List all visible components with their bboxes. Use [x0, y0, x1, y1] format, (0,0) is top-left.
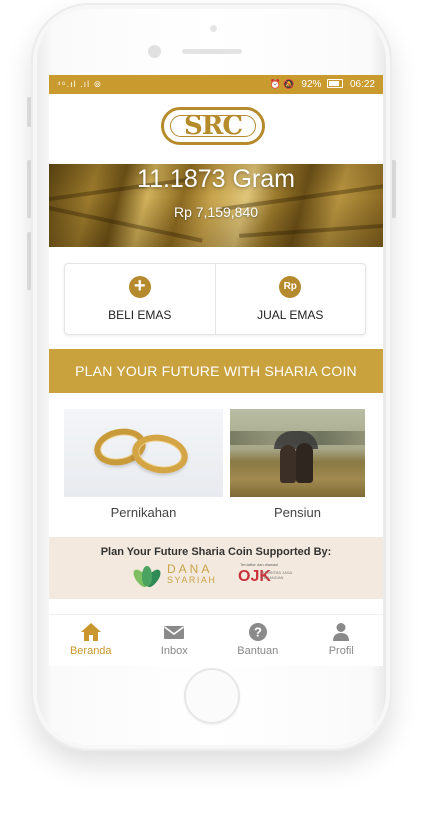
app-header: SRC — [49, 94, 383, 164]
dana-syariah-name: DANA — [167, 562, 213, 576]
home-icon — [80, 623, 101, 641]
rupiah-icon: Rp — [279, 276, 302, 298]
nav-inbox[interactable]: Inbox — [133, 615, 217, 666]
src-logo: SRC — [161, 107, 265, 145]
proximity-sensor — [210, 25, 217, 32]
lotus-logo-icon — [130, 562, 164, 590]
nav-profile[interactable]: Profil — [300, 615, 384, 666]
gold-weight: 11.1873 Gram — [137, 165, 295, 193]
front-camera — [148, 45, 161, 58]
app-screen: ⁴⁶.ıl .ıl ⊚ ⏰ 🔕 92% 06:22 SRC 11.1873 Gr… — [49, 75, 383, 666]
balance-banner: 11.1873 Gram Rp 7,159,840 — [49, 164, 383, 247]
alarm-mute-icons: ⏰ 🔕 — [269, 79, 295, 89]
mail-icon — [164, 626, 185, 639]
nav-home[interactable]: Beranda — [49, 615, 133, 666]
plan-banner: PLAN YOUR FUTURE WITH SHARIA COIN — [49, 349, 383, 393]
wedding-rings-image — [64, 409, 223, 497]
nav-profile-label: Profil — [328, 645, 354, 657]
sell-gold-label: JUAL EMAS — [257, 308, 324, 322]
plan-card-wedding[interactable]: Pernikahan — [64, 409, 223, 520]
nav-help-label: Bantuan — [237, 645, 279, 657]
earpiece-speaker — [182, 49, 242, 54]
gold-bar-edge — [239, 222, 383, 238]
plan-card-retirement[interactable]: Pensiun — [230, 409, 365, 520]
plan-card-label: Pernikahan — [110, 505, 177, 520]
ojk-registered-text: Terdaftar dan diawasi — [240, 562, 279, 567]
logo-text: SRC — [183, 111, 243, 141]
help-icon: ? — [248, 623, 267, 641]
status-right: ⏰ 🔕 92% 06:22 — [270, 75, 375, 94]
gold-value: Rp 7,159,840 — [173, 204, 259, 220]
nav-help[interactable]: ? Bantuan — [216, 615, 300, 666]
clock: 06:22 — [349, 79, 375, 90]
person-shape — [280, 445, 296, 483]
buy-gold-button[interactable]: + BELI EMAS — [65, 264, 215, 334]
buy-gold-label: BELI EMAS — [108, 308, 172, 322]
home-button[interactable] — [184, 668, 240, 724]
nav-home-label: Beranda — [69, 645, 112, 657]
signal-icons: ⁴⁶.ıl .ıl ⊚ — [57, 79, 103, 89]
nav-inbox-label: Inbox — [160, 645, 188, 657]
dana-syariah-sub: SYARIAH — [167, 575, 217, 585]
battery-icon — [327, 79, 344, 88]
petal-shape — [142, 566, 152, 586]
profile-icon — [333, 623, 350, 641]
trade-actions: + BELI EMAS Rp JUAL EMAS — [64, 263, 366, 335]
person-shape — [296, 443, 313, 483]
supported-by-section: Plan Your Future Sharia Coin Supported B… — [49, 537, 383, 599]
sell-gold-button[interactable]: Rp JUAL EMAS — [214, 264, 366, 334]
bottom-navigation: Beranda Inbox ? Bantuan Profil — [49, 614, 383, 666]
svg-text:?: ? — [254, 625, 262, 640]
plus-icon: + — [128, 276, 151, 298]
ojk-description: OTORITAS JASA KEUANGAN — [261, 570, 292, 580]
plan-card-label: Pensiun — [274, 505, 321, 520]
battery-percent: 92% — [301, 79, 322, 90]
status-bar: ⁴⁶.ıl .ıl ⊚ ⏰ 🔕 92% 06:22 — [49, 75, 383, 94]
retired-couple-image — [230, 409, 365, 497]
supported-by-title: Plan Your Future Sharia Coin Supported B… — [100, 546, 332, 558]
